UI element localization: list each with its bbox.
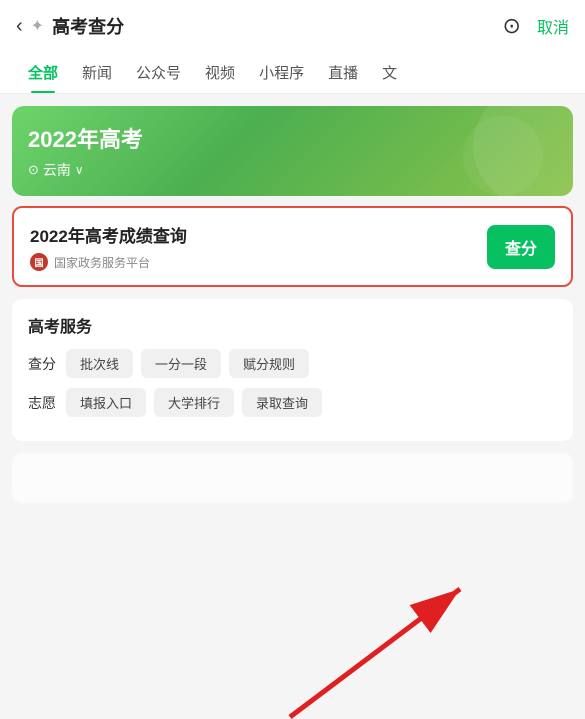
service-label-score: 查分 (28, 354, 56, 374)
tab-news[interactable]: 新闻 (70, 52, 124, 93)
tab-live[interactable]: 直播 (316, 52, 370, 93)
query-title: 2022年高考成绩查询 (30, 222, 487, 247)
services-row-1: 查分 批次线 一分一段 赋分规则 (28, 349, 557, 378)
service-tag-rank[interactable]: 一分一段 (141, 349, 221, 378)
tab-bar: 全部 新闻 公众号 视频 小程序 直播 文 (0, 52, 585, 94)
page-title: 高考查分 (52, 13, 124, 39)
query-score-button[interactable]: 查分 (487, 225, 555, 269)
cancel-button[interactable]: 取消 (537, 14, 569, 38)
gaokao-header-card: 2022年高考 ⊙ 云南 ∨ (12, 106, 573, 196)
service-tags-row-1: 批次线 一分一段 赋分规则 (66, 349, 309, 378)
source-logo: 国 (30, 253, 48, 271)
service-tag-admission[interactable]: 录取查询 (242, 388, 322, 417)
tab-official[interactable]: 公众号 (124, 52, 193, 93)
back-button[interactable]: ‹ (16, 15, 23, 38)
service-tag-university[interactable]: 大学排行 (154, 388, 234, 417)
nav-right: ⊙ 取消 (503, 13, 569, 39)
camera-icon[interactable]: ⊙ (503, 13, 521, 39)
location-text: 云南 (43, 160, 71, 180)
services-card: 高考服务 查分 批次线 一分一段 赋分规则 志愿 填报入口 大学排行 录取查询 (12, 299, 573, 441)
tab-video[interactable]: 视频 (193, 52, 247, 93)
source-name: 国家政务服务平台 (54, 254, 150, 271)
main-content: 2022年高考 ⊙ 云南 ∨ 2022年高考成绩查询 国 国家政务服务平台 查分… (0, 94, 585, 515)
query-source: 国 国家政务服务平台 (30, 253, 487, 271)
location-row[interactable]: ⊙ 云南 ∨ (28, 160, 557, 180)
star-icon[interactable]: ✦ (31, 16, 44, 36)
service-tag-fill[interactable]: 填报入口 (66, 388, 146, 417)
services-row-2: 志愿 填报入口 大学排行 录取查询 (28, 388, 557, 417)
service-tag-scoring[interactable]: 赋分规则 (229, 349, 309, 378)
tab-all[interactable]: 全部 (16, 52, 70, 93)
gaokao-year: 2022年高考 (28, 122, 557, 154)
query-card: 2022年高考成绩查询 国 国家政务服务平台 查分 (12, 206, 573, 287)
service-tag-batch[interactable]: 批次线 (66, 349, 133, 378)
location-pin-icon: ⊙ (28, 162, 39, 178)
service-tags-row-2: 填报入口 大学排行 录取查询 (66, 388, 322, 417)
top-nav-bar: ‹ ✦ 高考查分 ⊙ 取消 (0, 0, 585, 52)
services-title: 高考服务 (28, 313, 557, 337)
nav-left: ‹ ✦ 高考查分 (16, 13, 124, 39)
tab-miniapp[interactable]: 小程序 (247, 52, 316, 93)
location-dropdown-icon: ∨ (75, 163, 84, 177)
bottom-hint-card (12, 453, 573, 503)
tab-article[interactable]: 文 (370, 52, 409, 93)
service-label-volunteer: 志愿 (28, 393, 56, 413)
query-info: 2022年高考成绩查询 国 国家政务服务平台 (30, 222, 487, 271)
